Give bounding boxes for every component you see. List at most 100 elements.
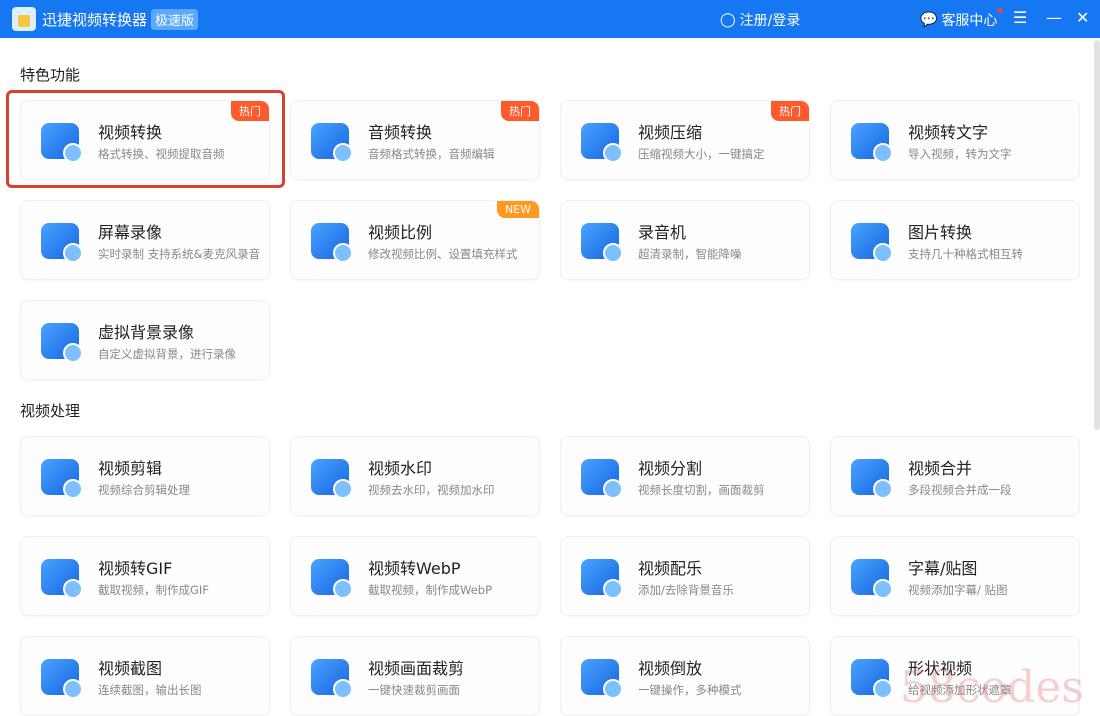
card-desc: 一键快速裁剪画面: [368, 683, 460, 697]
feature-card[interactable]: 视频压缩 压缩视频大小，一键搞定 热门: [560, 100, 810, 180]
card-title: 形状视频: [908, 659, 973, 678]
card-title: 虚拟背景录像: [98, 323, 195, 342]
feature-card[interactable]: 音频转换 音频格式转换，音频编辑 热门: [290, 100, 540, 180]
section-title: 特色功能: [20, 66, 81, 84]
feature-icon: [41, 323, 83, 363]
card-desc: 视频去水印，视频加水印: [368, 483, 495, 497]
feature-card[interactable]: 视频配乐 添加/去除背景音乐: [560, 536, 810, 616]
card-title: 屏幕录像: [98, 223, 163, 242]
service-label: 客服中心: [941, 13, 998, 29]
feature-icon: [581, 559, 623, 599]
login-label: 注册/登录: [739, 13, 801, 29]
scrollbar[interactable]: [1094, 40, 1100, 430]
menu-icon[interactable]: ☰: [1013, 8, 1027, 27]
feature-card[interactable]: 字幕/贴图 视频添加字幕/ 贴图: [830, 536, 1080, 616]
feature-card[interactable]: 视频转WebP 截取视频，制作成WebP: [290, 536, 540, 616]
card-title: 视频转GIF: [98, 559, 173, 578]
feature-icon: [851, 559, 893, 599]
card-title: 视频截图: [98, 659, 163, 678]
card-desc: 支持几十种格式相互转: [908, 247, 1023, 261]
card-title: 视频比例: [368, 223, 433, 242]
card-desc: 截取视频，制作成GIF: [98, 583, 209, 597]
feature-icon: [581, 659, 623, 699]
card-desc: 修改视频比例、设置填充样式: [368, 247, 518, 261]
card-desc: 压缩视频大小，一键搞定: [638, 147, 765, 161]
feature-icon: [41, 559, 83, 599]
feature-icon: [581, 459, 623, 499]
feature-icon: [851, 659, 893, 699]
feature-card[interactable]: 视频倒放 一键操作，多种模式: [560, 636, 810, 716]
card-desc: 自定义虚拟背景，进行录像: [98, 347, 236, 361]
feature-card[interactable]: 图片转换 支持几十种格式相互转: [830, 200, 1080, 280]
feature-card[interactable]: 视频水印 视频去水印，视频加水印: [290, 436, 540, 516]
card-desc: 多段视频合并成一段: [908, 483, 1012, 497]
user-icon: ◯: [720, 12, 736, 28]
card-desc: 格式转换、视频提取音频: [98, 147, 225, 161]
minimize-button[interactable]: —: [1046, 8, 1062, 27]
customer-service-button[interactable]: 💬 客服中心: [920, 10, 997, 30]
feature-icon: [41, 459, 83, 499]
card-desc: 截取视频，制作成WebP: [368, 583, 493, 597]
feature-card[interactable]: 屏幕录像 实时录制 支持系统&麦克风录音: [20, 200, 270, 280]
card-tag: 热门: [231, 101, 269, 121]
feature-icon: [311, 123, 353, 163]
feature-card[interactable]: 视频剪辑 视频综合剪辑处理: [20, 436, 270, 516]
feature-card[interactable]: 虚拟背景录像 自定义虚拟背景，进行录像: [20, 300, 270, 380]
card-desc: 实时录制 支持系统&麦克风录音: [98, 247, 261, 261]
card-tag: 热门: [501, 101, 539, 121]
notification-dot: [998, 8, 1003, 13]
card-title: 图片转换: [908, 223, 973, 242]
card-desc: 添加/去除背景音乐: [638, 583, 734, 597]
card-desc: 导入视频，转为文字: [908, 147, 1012, 161]
feature-icon: [851, 459, 893, 499]
feature-card[interactable]: 视频转换 格式转换、视频提取音频 热门: [20, 100, 270, 180]
card-desc: 视频综合剪辑处理: [98, 483, 190, 497]
card-title: 视频画面裁剪: [368, 659, 465, 678]
feature-card[interactable]: 视频截图 连续截图，输出长图: [20, 636, 270, 716]
feature-card[interactable]: 视频分割 视频长度切割，画面裁剪: [560, 436, 810, 516]
feature-icon: [851, 123, 893, 163]
feature-icon: [311, 459, 353, 499]
card-title: 视频转WebP: [368, 559, 461, 578]
feature-icon: [581, 123, 623, 163]
card-title: 视频倒放: [638, 659, 703, 678]
feature-card[interactable]: 视频画面裁剪 一键快速裁剪画面: [290, 636, 540, 716]
feature-icon: [41, 223, 83, 263]
feature-card[interactable]: 视频比例 修改视频比例、设置填充样式 NEW: [290, 200, 540, 280]
title-bar: 迅捷视频转换器 极速版 ◯ 注册/登录 💬 客服中心 ☰ — ✕: [0, 0, 1100, 38]
close-button[interactable]: ✕: [1076, 8, 1089, 27]
card-title: 字幕/贴图: [908, 559, 978, 578]
feature-icon: [851, 223, 893, 263]
card-title: 视频剪辑: [98, 459, 163, 478]
card-desc: 连续截图，输出长图: [98, 683, 202, 697]
feature-card[interactable]: 视频合并 多段视频合并成一段: [830, 436, 1080, 516]
card-title: 视频压缩: [638, 123, 703, 142]
feature-card[interactable]: 视频转文字 导入视频，转为文字: [830, 100, 1080, 180]
chat-icon: 💬: [920, 12, 938, 28]
card-title: 视频转换: [98, 123, 163, 142]
card-tag: NEW: [496, 201, 539, 218]
card-tag: 热门: [771, 101, 809, 121]
card-title: 音频转换: [368, 123, 433, 142]
card-desc: 给视频添加形状遮罩: [908, 683, 1012, 697]
feature-icon: [581, 223, 623, 263]
login-button[interactable]: ◯ 注册/登录: [720, 10, 800, 30]
feature-card[interactable]: 录音机 超清录制，智能降噪: [560, 200, 810, 280]
feature-card[interactable]: 形状视频 给视频添加形状遮罩: [830, 636, 1080, 716]
card-desc: 音频格式转换，音频编辑: [368, 147, 495, 161]
card-desc: 一键操作，多种模式: [638, 683, 742, 697]
feature-icon: [41, 123, 83, 163]
feature-icon: [311, 659, 353, 699]
card-title: 视频合并: [908, 459, 973, 478]
feature-card[interactable]: 视频转GIF 截取视频，制作成GIF: [20, 536, 270, 616]
section-title: 视频处理: [20, 402, 81, 420]
card-desc: 超清录制，智能降噪: [638, 247, 742, 261]
card-desc: 视频长度切割，画面裁剪: [638, 483, 765, 497]
app-title: 迅捷视频转换器: [42, 10, 148, 29]
feature-icon: [41, 659, 83, 699]
edition-badge: 极速版: [151, 8, 199, 30]
card-title: 录音机: [638, 223, 687, 242]
card-title: 视频水印: [368, 459, 433, 478]
card-title: 视频分割: [638, 459, 703, 478]
app-logo-icon: [12, 7, 36, 31]
